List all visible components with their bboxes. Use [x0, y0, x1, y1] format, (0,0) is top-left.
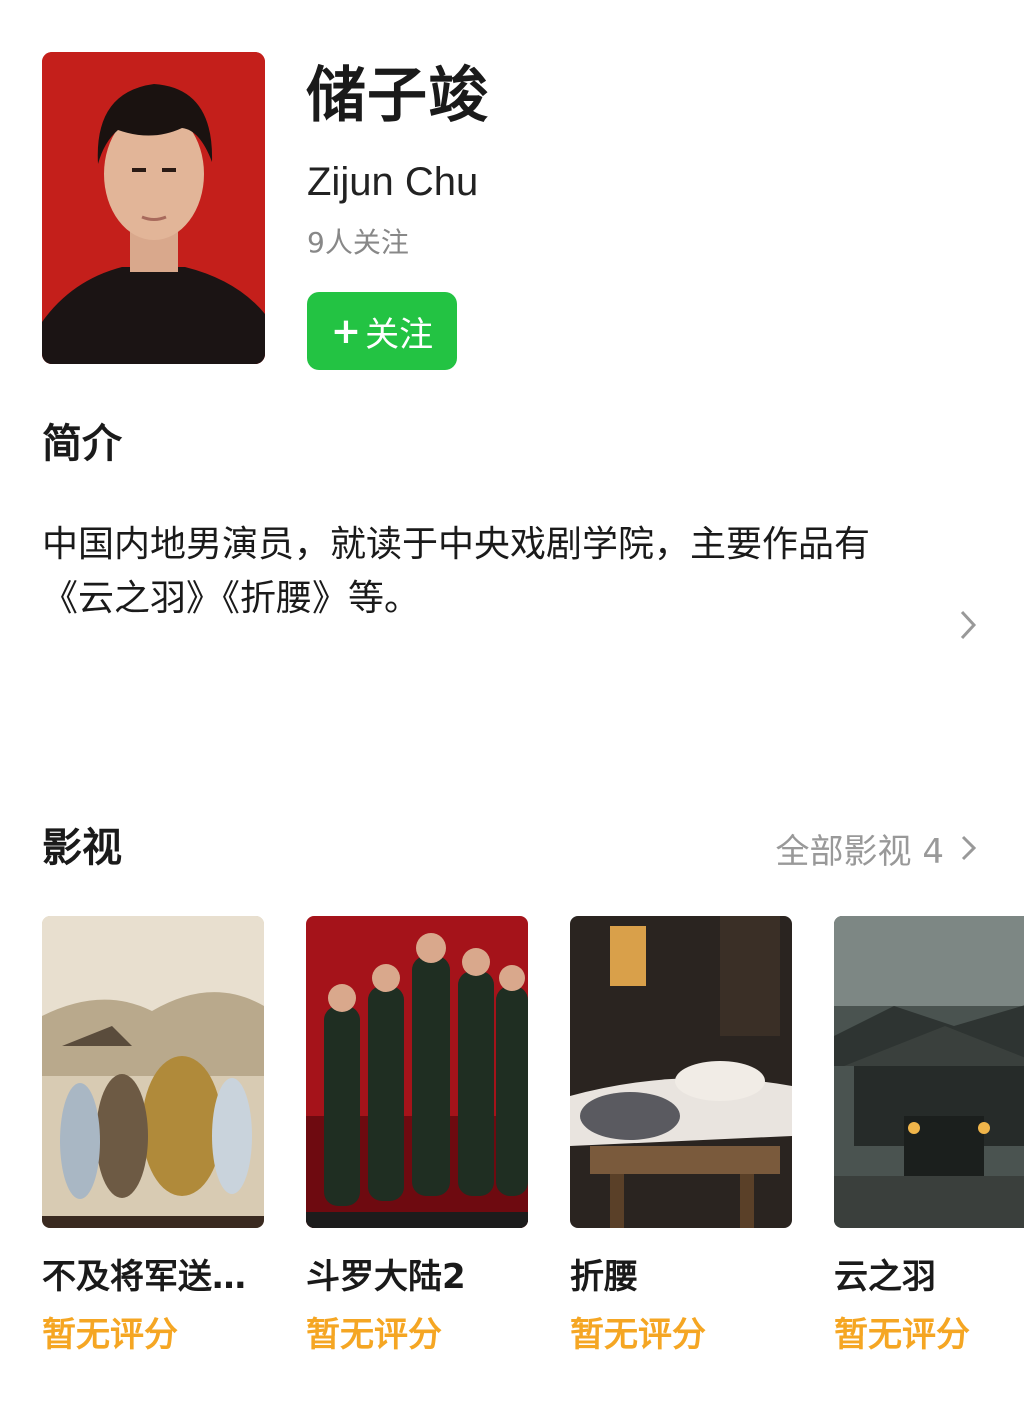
films-title: 影视 — [42, 825, 122, 871]
profile-name-cn: 储子竣 — [306, 61, 489, 131]
film-poster — [570, 916, 792, 1228]
profile-name-en: Zijun Chu — [307, 160, 479, 204]
film-card[interactable]: 云之羽 暂无评分 — [834, 916, 1024, 1358]
follower-count: 9人关注 — [307, 226, 409, 259]
film-rating: 暂无评分 — [570, 1315, 706, 1355]
film-title: 云之羽 — [834, 1257, 936, 1297]
film-poster — [42, 916, 264, 1228]
film-rating: 暂无评分 — [42, 1315, 178, 1355]
film-card[interactable]: 不及将军送… 暂无评分 — [42, 916, 266, 1358]
avatar[interactable] — [42, 52, 265, 364]
film-card[interactable]: 折腰 暂无评分 — [570, 916, 794, 1358]
follow-button-label: 关注 — [365, 314, 434, 355]
film-title: 斗罗大陆2 — [306, 1257, 466, 1297]
film-rating: 暂无评分 — [834, 1315, 970, 1355]
film-title: 不及将军送… — [42, 1257, 246, 1297]
chevron-right-icon[interactable] — [954, 608, 982, 642]
film-card[interactable]: 斗罗大陆2 暂无评分 — [306, 916, 530, 1358]
intro-text: 中国内地男演员，就读于中央戏剧学院，主要作品有《云之羽》《折腰》等。 — [42, 524, 871, 619]
all-films-label: 全部影视 4 — [775, 831, 944, 872]
intro-title: 简介 — [42, 421, 122, 467]
film-rating: 暂无评分 — [306, 1315, 442, 1355]
chevron-right-icon — [961, 835, 977, 861]
all-films-link[interactable]: 全部影视 4 — [775, 826, 980, 872]
film-poster — [834, 916, 1024, 1228]
follow-button[interactable]: + 关注 — [307, 292, 457, 370]
avatar-photo — [42, 52, 265, 364]
plus-icon: + — [330, 310, 362, 352]
film-title: 折腰 — [570, 1257, 638, 1297]
film-poster — [306, 916, 528, 1228]
